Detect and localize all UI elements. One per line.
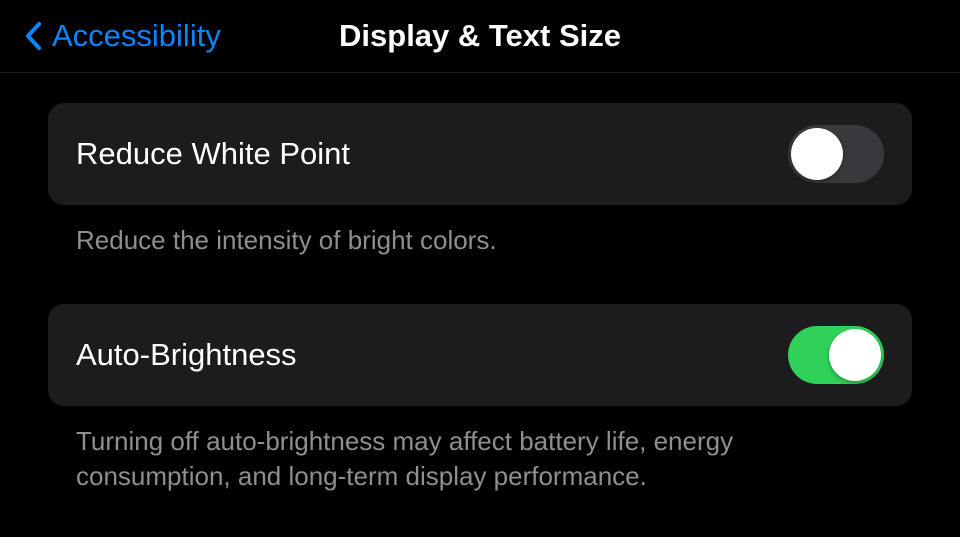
- back-button[interactable]: Accessibility: [22, 18, 221, 54]
- auto-brightness-label: Auto-Brightness: [76, 337, 297, 373]
- auto-brightness-section: Auto-Brightness Turning off auto-brightn…: [48, 304, 912, 494]
- back-button-label: Accessibility: [52, 18, 221, 54]
- toggle-knob: [829, 329, 881, 381]
- toggle-knob: [791, 128, 843, 180]
- reduce-white-point-description: Reduce the intensity of bright colors.: [48, 205, 912, 258]
- reduce-white-point-toggle[interactable]: [788, 125, 884, 183]
- reduce-white-point-row[interactable]: Reduce White Point: [48, 103, 912, 205]
- page-title: Display & Text Size: [339, 18, 621, 54]
- settings-content: Reduce White Point Reduce the intensity …: [0, 73, 960, 494]
- auto-brightness-description: Turning off auto-brightness may affect b…: [48, 406, 912, 494]
- chevron-left-icon: [22, 18, 44, 54]
- reduce-white-point-section: Reduce White Point Reduce the intensity …: [48, 103, 912, 258]
- navigation-header: Accessibility Display & Text Size: [0, 0, 960, 73]
- reduce-white-point-label: Reduce White Point: [76, 136, 350, 172]
- auto-brightness-toggle[interactable]: [788, 326, 884, 384]
- auto-brightness-row[interactable]: Auto-Brightness: [48, 304, 912, 406]
